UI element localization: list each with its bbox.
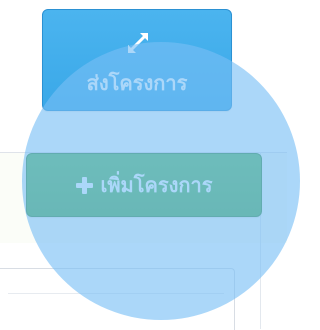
lower-panel-divider	[8, 293, 224, 294]
plus-icon	[75, 176, 93, 194]
submit-project-button[interactable]: ส่งโครงการ	[42, 9, 232, 111]
add-project-label: เพิ่มโครงการ	[100, 173, 213, 197]
submit-project-label: ส่งโครงการ	[86, 71, 188, 95]
lower-panel-box	[0, 268, 235, 330]
expand-arrows-icon	[123, 28, 153, 58]
add-project-button[interactable]: เพิ่มโครงการ	[26, 153, 262, 217]
